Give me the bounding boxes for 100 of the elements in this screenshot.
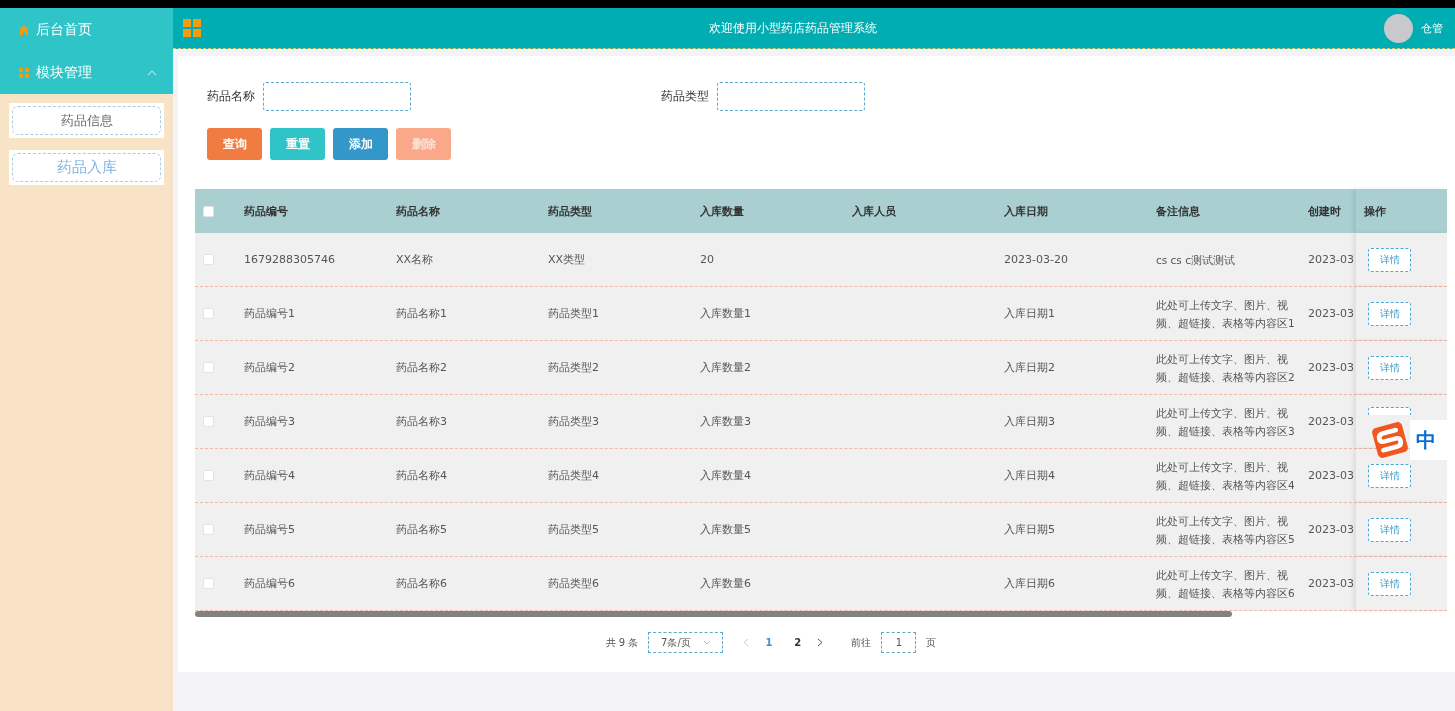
detail-button[interactable]: 详情: [1368, 247, 1411, 272]
total-count: 共 9 条: [605, 635, 639, 650]
table-cell: 入库日期5: [1004, 523, 1055, 536]
table-cell: 药品名称4: [396, 469, 447, 482]
header-title: 欢迎使用小型药店药品管理系统: [707, 19, 878, 37]
checkbox[interactable]: [203, 470, 214, 481]
table-cell: 2023-03: [1308, 415, 1354, 428]
table-cell: 药品类型2: [548, 361, 599, 374]
user-name[interactable]: 仓管: [1421, 20, 1443, 36]
table-cell: 入库日期3: [1004, 415, 1055, 428]
table-cell: 入库数量5: [700, 523, 751, 536]
column-header: 药品编号: [244, 204, 288, 218]
submenu-item[interactable]: 药品入库: [9, 150, 164, 185]
table-cell: XX类型: [548, 253, 586, 266]
page-button[interactable]: 2: [788, 637, 808, 648]
column-header: 操作: [1364, 203, 1386, 219]
table-cell: XX名称: [396, 253, 434, 266]
table-cell: 2023-03: [1308, 577, 1354, 590]
table-cell: 入库日期4: [1004, 469, 1055, 482]
table-cell: 药品名称6: [396, 577, 447, 590]
table-cell: 药品编号5: [244, 523, 295, 536]
column-header: 药品名称: [396, 204, 440, 218]
checkbox[interactable]: [203, 416, 214, 427]
table-cell: 入库数量6: [700, 577, 751, 590]
table-cell-text: 此处可上传文字、图片、视频、超链接、表格等内容区4: [1156, 459, 1296, 493]
avatar[interactable]: [1384, 13, 1413, 43]
table-cell-text: 此处可上传文字、图片、视频、超链接、表格等内容区1: [1156, 297, 1296, 331]
table-cell: 入库日期6: [1004, 577, 1055, 590]
column-header: 入库人员: [852, 204, 896, 218]
table-cell: 药品类型3: [548, 415, 599, 428]
table-cell: 2023-03-20: [1004, 253, 1068, 266]
table-cell: 入库数量2: [700, 361, 751, 374]
caret-icon: [702, 640, 711, 645]
table-cell: 2023-03: [1308, 361, 1354, 374]
table-cell: 药品名称2: [396, 361, 447, 374]
prev-icon[interactable]: [743, 638, 750, 647]
table-cell: 药品名称3: [396, 415, 447, 428]
action-button[interactable]: 查询: [207, 128, 262, 160]
search-field[interactable]: [263, 82, 411, 111]
checkbox[interactable]: [203, 524, 214, 535]
action-button[interactable]: 添加: [333, 128, 388, 160]
goto-field[interactable]: 1: [881, 632, 917, 653]
scrollbar[interactable]: [195, 611, 1232, 617]
column-header: 创建时: [1308, 204, 1341, 218]
checkbox[interactable]: [203, 308, 214, 319]
checkbox[interactable]: [203, 254, 214, 265]
table-cell: 药品编号1: [244, 307, 295, 320]
table-cell: 药品编号3: [244, 415, 295, 428]
table-cell: 入库数量4: [700, 469, 751, 482]
checkbox[interactable]: [203, 205, 214, 217]
detail-button[interactable]: 详情: [1368, 463, 1411, 488]
table-cell-text: 此处可上传文字、图片、视频、超链接、表格等内容区2: [1156, 351, 1296, 385]
grid-icon[interactable]: [183, 19, 201, 37]
checkbox[interactable]: [203, 578, 214, 589]
submenu-item[interactable]: 药品信息: [9, 103, 164, 138]
detail-button[interactable]: 详情: [1368, 301, 1411, 326]
table-cell: 药品编号4: [244, 469, 295, 482]
table-cell: 药品名称5: [396, 523, 447, 536]
column-header: 备注信息: [1156, 204, 1200, 218]
table-cell: 20: [700, 253, 714, 266]
detail-button[interactable]: 详情: [1368, 355, 1411, 380]
table-cell: 2023-03: [1308, 469, 1354, 482]
page-size-select[interactable]: 7条/页: [648, 632, 724, 653]
chevron-icon: [147, 69, 157, 76]
checkbox[interactable]: [203, 362, 214, 373]
table-cell-text: cs cs c测试测试: [1156, 252, 1236, 268]
table-cell: 入库日期2: [1004, 361, 1055, 374]
page-button[interactable]: 1: [759, 637, 779, 648]
action-button[interactable]: 重置: [270, 128, 325, 160]
grid-icon: [18, 66, 30, 79]
table-cell: 药品编号2: [244, 361, 295, 374]
table-cell: 药品类型4: [548, 469, 599, 482]
table-cell: 药品编号6: [244, 577, 295, 590]
table-cell: 药品类型6: [548, 577, 599, 590]
table-cell: 入库日期1: [1004, 307, 1055, 320]
detail-button[interactable]: 详情: [1368, 571, 1411, 596]
field-label: 药品名称: [207, 88, 255, 105]
sidebar-item[interactable]: 后台首页: [0, 8, 173, 51]
column-header: 入库数量: [700, 204, 744, 218]
sidebar-item[interactable]: 模块管理: [0, 51, 173, 94]
column-header: 药品类型: [548, 204, 592, 218]
search-field[interactable]: [717, 82, 865, 111]
column-header: 入库日期: [1004, 204, 1048, 218]
table-cell: 1679288305746: [244, 253, 335, 266]
table-cell-text: 此处可上传文字、图片、视频、超链接、表格等内容区5: [1156, 513, 1296, 547]
table-cell: 药品类型5: [548, 523, 599, 536]
detail-button[interactable]: 详情: [1368, 517, 1411, 542]
table-cell-text: 此处可上传文字、图片、视频、超链接、表格等内容区6: [1156, 567, 1296, 601]
table-cell: 2023-03: [1308, 253, 1354, 266]
goto-suffix: 页: [926, 635, 937, 650]
table-cell-text: 此处可上传文字、图片、视频、超链接、表格等内容区3: [1156, 405, 1296, 439]
home-icon: [18, 23, 30, 36]
goto-label: 前往: [851, 635, 872, 650]
table-cell: 入库数量3: [700, 415, 751, 428]
next-icon[interactable]: [817, 638, 824, 647]
ime-mode[interactable]: 中: [1410, 420, 1450, 460]
table-cell: 入库数量1: [700, 307, 751, 320]
table-cell: 2023-03: [1308, 307, 1354, 320]
table-cell: 药品名称1: [396, 307, 447, 320]
detail-button[interactable]: [1368, 407, 1411, 415]
